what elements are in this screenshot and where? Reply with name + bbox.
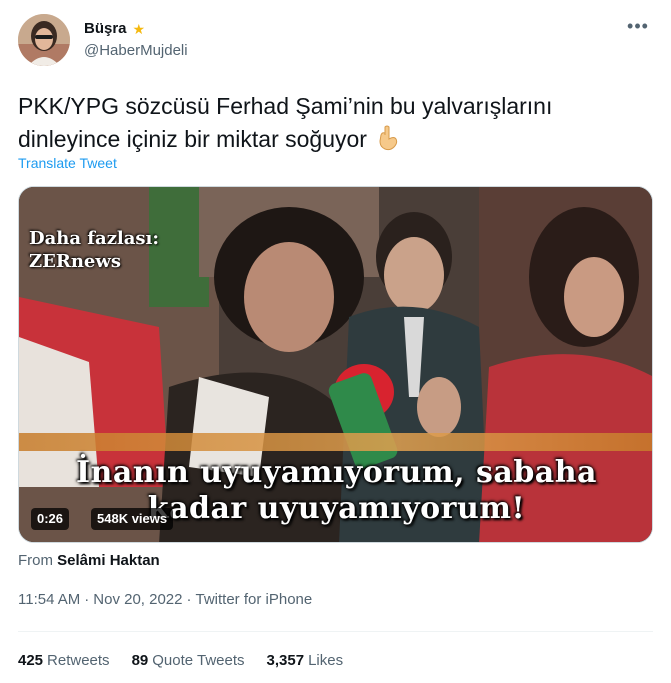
tweet-text-content: PKK/YPG sözcüsü Ferhad Şami’nin bu yalva… — [18, 93, 553, 152]
watermark-line-1: Daha fazlası: — [29, 228, 160, 249]
video-player[interactable]: Daha fazlası: ZERnews İnanın uyuyamıyoru… — [18, 186, 653, 543]
retweets-count: 425 — [18, 652, 44, 669]
tweet-date[interactable]: Nov 20, 2022 — [93, 591, 182, 608]
avatar-photo — [18, 14, 70, 66]
tweet-detail: Büşra ★ @HaberMujdeli ••• PKK/YPG sözcüs… — [0, 0, 671, 683]
translate-tweet-link[interactable]: Translate Tweet — [18, 155, 117, 171]
video-attribution: From Selâmi Haktan — [18, 552, 160, 569]
subtitle-line-1: İnanın uyuyamıyorum, sabaha — [76, 455, 597, 490]
separator-dot: · — [84, 591, 90, 608]
likes-label: Likes — [308, 652, 344, 669]
separator-dot: · — [186, 591, 192, 608]
display-name[interactable]: Büşra — [84, 20, 127, 37]
retweets-stat[interactable]: 425 Retweets — [18, 652, 110, 669]
news-ticker-bar — [19, 433, 652, 451]
attribution-prefix: From — [18, 552, 53, 569]
likes-count: 3,357 — [266, 652, 305, 669]
tweet-text: PKK/YPG sözcüsü Ferhad Şami’nin bu yalva… — [18, 90, 648, 160]
engagement-stats: 425 Retweets 89 Quote Tweets 3,357 Likes — [18, 652, 365, 669]
video-duration: 0:26 — [31, 508, 70, 530]
divider — [18, 631, 653, 632]
quote-tweets-count: 89 — [131, 652, 149, 669]
avatar[interactable] — [18, 14, 70, 66]
username-handle[interactable]: @HaberMujdeli — [84, 42, 188, 59]
tweet-timestamp-row: 11:54 AM · Nov 20, 2022 · Twitter for iPhone — [18, 591, 312, 608]
watermark-line-2: ZERnews — [29, 251, 121, 272]
shooting-star-emoji-icon: ★ — [132, 20, 146, 37]
likes-stat[interactable]: 3,357 Likes — [267, 652, 344, 669]
tweet-time[interactable]: 11:54 AM — [18, 591, 80, 608]
video-view-count: 548K views — [91, 508, 174, 530]
attribution-author-link[interactable]: Selâmi Haktan — [57, 552, 160, 569]
quote-tweets-label: Quote Tweets — [152, 652, 245, 669]
author-name-row: Büşra ★ — [84, 20, 145, 37]
quote-tweets-stat[interactable]: 89 Quote Tweets — [132, 652, 245, 669]
video-watermark: Daha fazlası: ZERnews — [29, 227, 159, 273]
retweets-label: Retweets — [47, 652, 110, 669]
backhand-index-pointing-down-emoji-icon — [377, 125, 399, 160]
more-options-icon[interactable]: ••• — [623, 14, 653, 38]
tweet-source[interactable]: Twitter for iPhone — [196, 591, 313, 608]
